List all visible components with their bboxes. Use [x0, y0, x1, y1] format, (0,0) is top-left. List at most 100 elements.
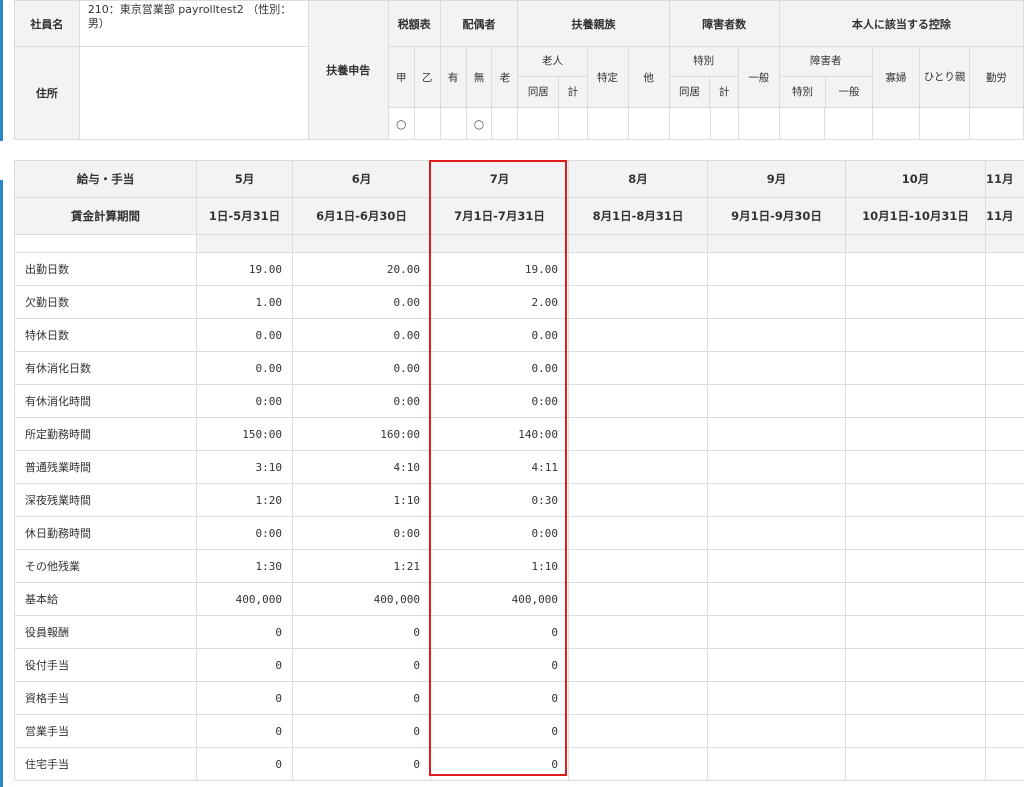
value-cell[interactable] — [568, 483, 708, 517]
value-cell[interactable]: 20.00 — [292, 252, 431, 286]
value-cell[interactable]: 4:10 — [292, 450, 431, 484]
value-cell[interactable] — [985, 318, 1024, 352]
value-cell[interactable] — [985, 681, 1024, 715]
value-cell[interactable]: 0:00 — [292, 384, 431, 418]
value-cell[interactable]: 0:00 — [196, 384, 293, 418]
value-cell[interactable] — [845, 582, 986, 616]
value-cell[interactable] — [568, 318, 708, 352]
value-cell[interactable] — [568, 417, 708, 451]
value-cell[interactable] — [845, 450, 986, 484]
value-cell[interactable]: 4:11 — [430, 450, 569, 484]
value-cell[interactable] — [568, 252, 708, 286]
value-cell[interactable] — [568, 681, 708, 715]
value-cell[interactable]: 1:20 — [196, 483, 293, 517]
value-cell[interactable] — [707, 615, 846, 649]
value-cell[interactable]: 19.00 — [430, 252, 569, 286]
value-cell[interactable]: 0.00 — [430, 351, 569, 385]
value-cell[interactable]: 0:00 — [430, 384, 569, 418]
value-cell[interactable]: 0 — [196, 681, 293, 715]
value-cell[interactable] — [985, 351, 1024, 385]
value-cell[interactable] — [707, 417, 846, 451]
value-cell[interactable] — [707, 384, 846, 418]
value-cell[interactable] — [707, 318, 846, 352]
value-cell[interactable] — [568, 648, 708, 682]
value-cell[interactable] — [845, 549, 986, 583]
value-cell[interactable] — [985, 516, 1024, 550]
value-cell[interactable] — [985, 615, 1024, 649]
value-cell[interactable] — [568, 516, 708, 550]
value-cell[interactable] — [845, 747, 986, 781]
value-cell[interactable] — [985, 714, 1024, 748]
value-cell[interactable]: 160:00 — [292, 417, 431, 451]
value-cell[interactable]: 0 — [292, 747, 431, 781]
value-cell[interactable]: 0.00 — [292, 318, 431, 352]
value-cell[interactable] — [845, 252, 986, 286]
value-cell[interactable]: 0 — [430, 681, 569, 715]
value-cell[interactable] — [985, 582, 1024, 616]
value-cell[interactable] — [845, 648, 986, 682]
value-cell[interactable] — [845, 285, 986, 319]
value-cell[interactable]: 150:00 — [196, 417, 293, 451]
value-cell[interactable] — [985, 417, 1024, 451]
value-cell[interactable] — [985, 252, 1024, 286]
value-cell[interactable]: 1:10 — [430, 549, 569, 583]
value-cell[interactable]: 0 — [196, 648, 293, 682]
value-cell[interactable] — [707, 648, 846, 682]
value-cell[interactable]: 1.00 — [196, 285, 293, 319]
value-cell[interactable]: 0:30 — [430, 483, 569, 517]
value-cell[interactable] — [568, 450, 708, 484]
value-cell[interactable] — [845, 681, 986, 715]
value-cell[interactable] — [568, 351, 708, 385]
value-cell[interactable] — [707, 714, 846, 748]
value-cell[interactable]: 400,000 — [430, 582, 569, 616]
value-cell[interactable] — [985, 483, 1024, 517]
value-cell[interactable]: 0 — [430, 714, 569, 748]
value-cell[interactable]: 0 — [292, 714, 431, 748]
value-cell[interactable]: 0 — [196, 615, 293, 649]
value-cell[interactable] — [568, 582, 708, 616]
value-cell[interactable]: 0 — [196, 747, 293, 781]
value-cell[interactable]: 0.00 — [430, 318, 569, 352]
value-cell[interactable] — [845, 318, 986, 352]
value-cell[interactable] — [707, 516, 846, 550]
value-cell[interactable]: 1:30 — [196, 549, 293, 583]
value-cell[interactable]: 0 — [430, 615, 569, 649]
value-cell[interactable] — [845, 483, 986, 517]
value-cell[interactable] — [985, 747, 1024, 781]
value-cell[interactable]: 0 — [292, 681, 431, 715]
value-cell[interactable]: 400,000 — [196, 582, 293, 616]
value-cell[interactable] — [707, 252, 846, 286]
value-cell[interactable] — [707, 681, 846, 715]
value-cell[interactable] — [985, 285, 1024, 319]
value-cell[interactable]: 0 — [430, 747, 569, 781]
value-cell[interactable] — [845, 351, 986, 385]
value-cell[interactable] — [845, 417, 986, 451]
value-cell[interactable]: 0 — [292, 648, 431, 682]
value-cell[interactable]: 0 — [292, 615, 431, 649]
value-cell[interactable]: 400,000 — [292, 582, 431, 616]
value-cell[interactable]: 140:00 — [430, 417, 569, 451]
value-cell[interactable]: 0.00 — [292, 285, 431, 319]
value-cell[interactable]: 1:21 — [292, 549, 431, 583]
value-cell[interactable] — [568, 615, 708, 649]
value-cell[interactable] — [845, 714, 986, 748]
value-cell[interactable] — [707, 450, 846, 484]
value-cell[interactable] — [568, 714, 708, 748]
value-cell[interactable]: 0:00 — [292, 516, 431, 550]
value-cell[interactable]: 0:00 — [430, 516, 569, 550]
value-cell[interactable] — [707, 285, 846, 319]
value-cell[interactable] — [985, 384, 1024, 418]
value-cell[interactable]: 0.00 — [196, 318, 293, 352]
value-cell[interactable] — [707, 351, 846, 385]
value-cell[interactable]: 0 — [430, 648, 569, 682]
value-cell[interactable] — [985, 450, 1024, 484]
value-cell[interactable] — [707, 582, 846, 616]
value-cell[interactable] — [845, 384, 986, 418]
value-cell[interactable] — [845, 516, 986, 550]
value-cell[interactable] — [985, 648, 1024, 682]
value-cell[interactable]: 2.00 — [430, 285, 569, 319]
value-cell[interactable] — [985, 549, 1024, 583]
value-cell[interactable] — [568, 549, 708, 583]
value-cell[interactable] — [707, 747, 846, 781]
value-cell[interactable]: 3:10 — [196, 450, 293, 484]
